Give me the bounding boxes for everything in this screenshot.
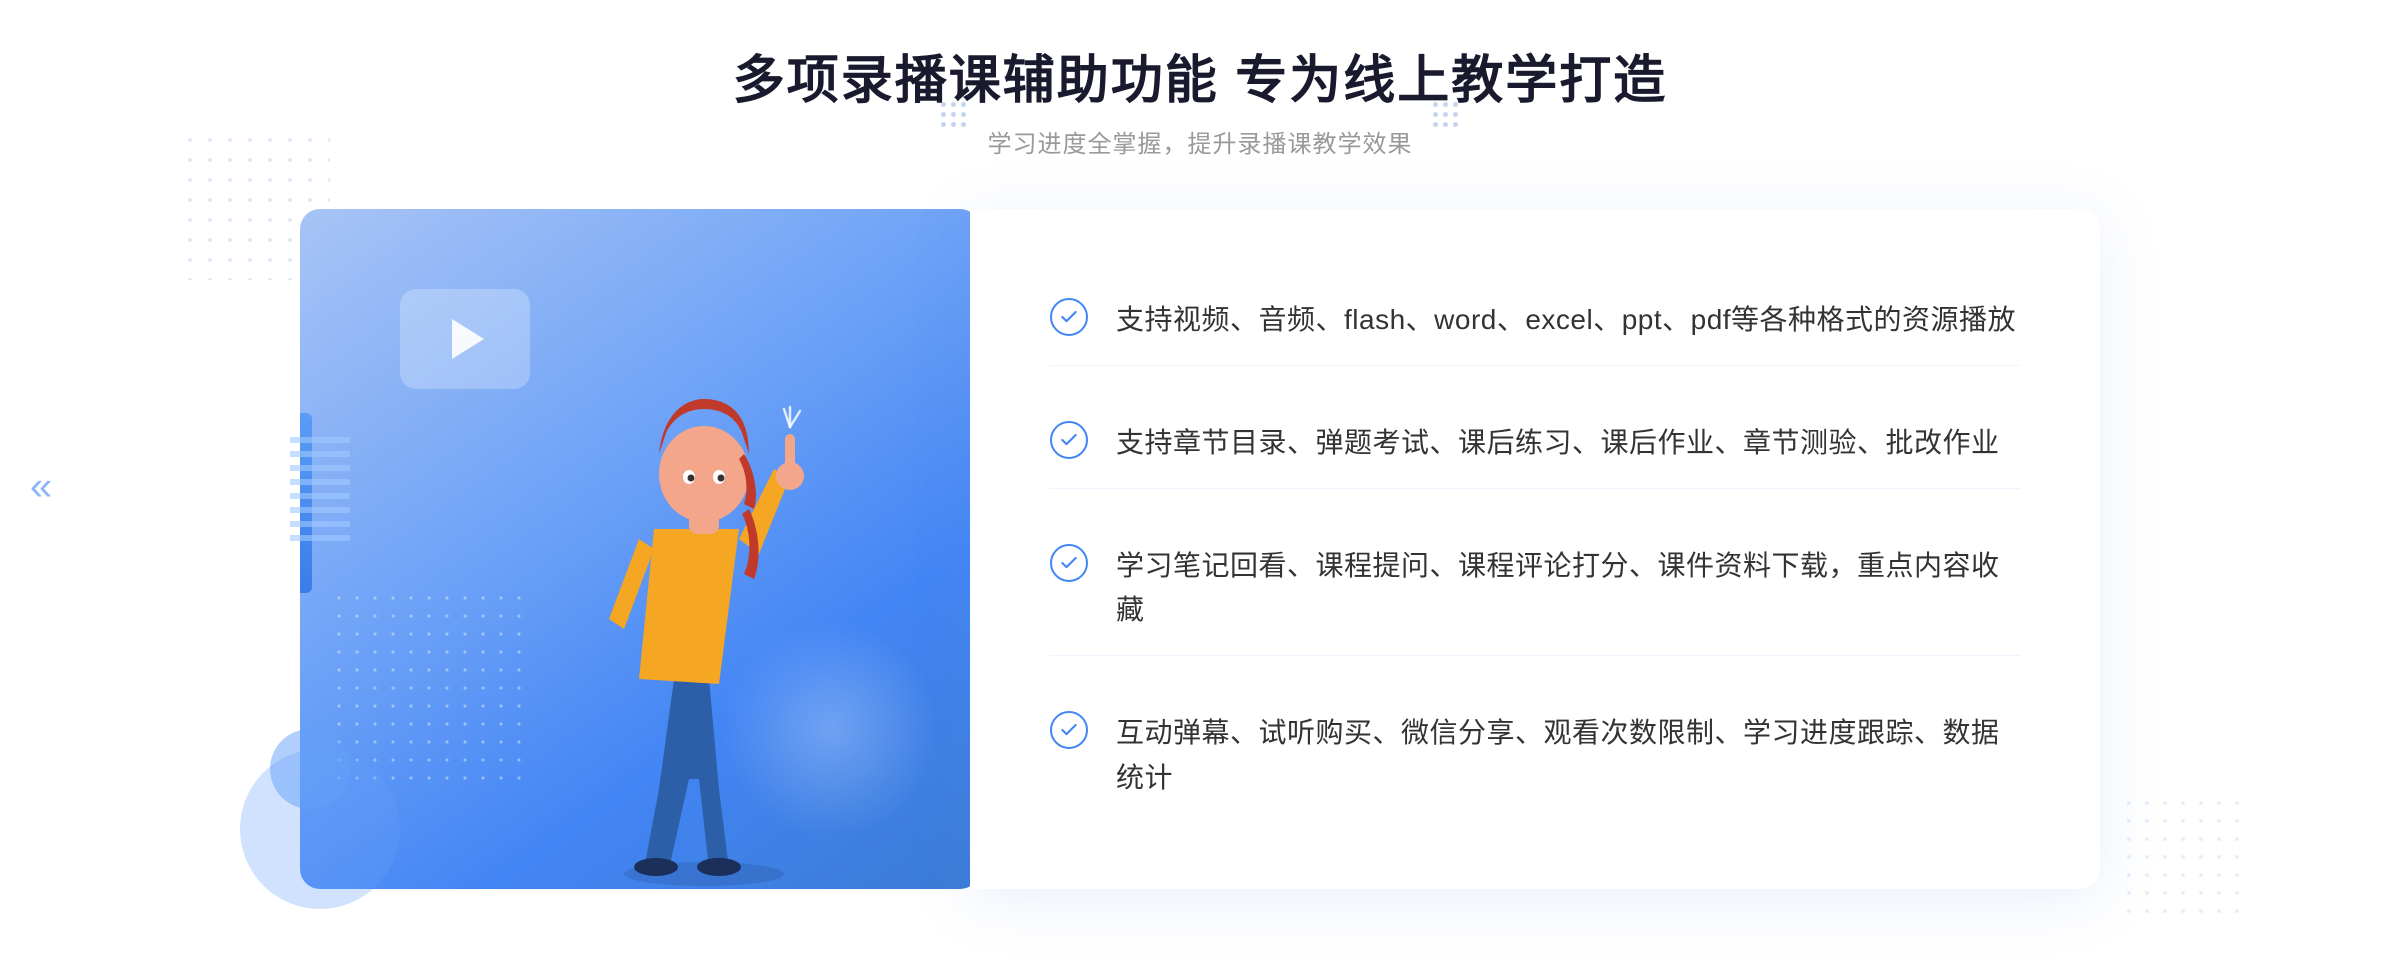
left-arrow-decoration: « [30, 465, 52, 510]
features-panel: 支持视频、音频、flash、word、excel、ppt、pdf等各种格式的资源… [970, 209, 2100, 889]
dots-right-decoration [941, 102, 967, 128]
check-icon-2 [1050, 421, 1088, 459]
illustration-card [300, 209, 980, 889]
dots-left-decoration [1433, 102, 1459, 128]
feature-text-2: 支持章节目录、弹题考试、课后练习、课后作业、章节测验、批改作业 [1116, 421, 2000, 466]
page-container: « 多项录播课辅助功能 专为线上教学打造 学习进度全掌握，提升录播课教学效果 [0, 0, 2400, 974]
person-figure [544, 309, 864, 889]
stripe-decoration [290, 429, 350, 549]
header-section: 多项录播课辅助功能 专为线上教学打造 学习进度全掌握，提升录播课教学效果 [733, 50, 1667, 159]
feature-item-1: 支持视频、音频、flash、word、excel、ppt、pdf等各种格式的资源… [1050, 276, 2020, 366]
check-icon-3 [1050, 544, 1088, 582]
feature-text-3: 学习笔记回看、课程提问、课程评论打分、课件资料下载，重点内容收藏 [1116, 544, 2020, 634]
feature-item-3: 学习笔记回看、课程提问、课程评论打分、课件资料下载，重点内容收藏 [1050, 522, 2020, 657]
check-icon-1 [1050, 298, 1088, 336]
subtitle: 学习进度全掌握，提升录播课教学效果 [733, 124, 1667, 159]
main-title: 多项录播课辅助功能 专为线上教学打造 [733, 50, 1667, 112]
play-triangle-icon [452, 319, 484, 359]
bg-dots-decoration-2 [2120, 794, 2240, 914]
play-bubble [400, 289, 530, 389]
feature-item-2: 支持章节目录、弹题考试、课后练习、课后作业、章节测验、批改作业 [1050, 399, 2020, 489]
deco-circle-2 [270, 729, 350, 809]
feature-text-1: 支持视频、音频、flash、word、excel、ppt、pdf等各种格式的资源… [1116, 298, 2016, 343]
content-area: 支持视频、音频、flash、word、excel、ppt、pdf等各种格式的资源… [300, 209, 2100, 889]
feature-text-4: 互动弹幕、试听购买、微信分享、观看次数限制、学习进度跟踪、数据统计 [1116, 711, 2020, 801]
feature-item-4: 互动弹幕、试听购买、微信分享、观看次数限制、学习进度跟踪、数据统计 [1050, 689, 2020, 823]
check-icon-4 [1050, 711, 1088, 749]
